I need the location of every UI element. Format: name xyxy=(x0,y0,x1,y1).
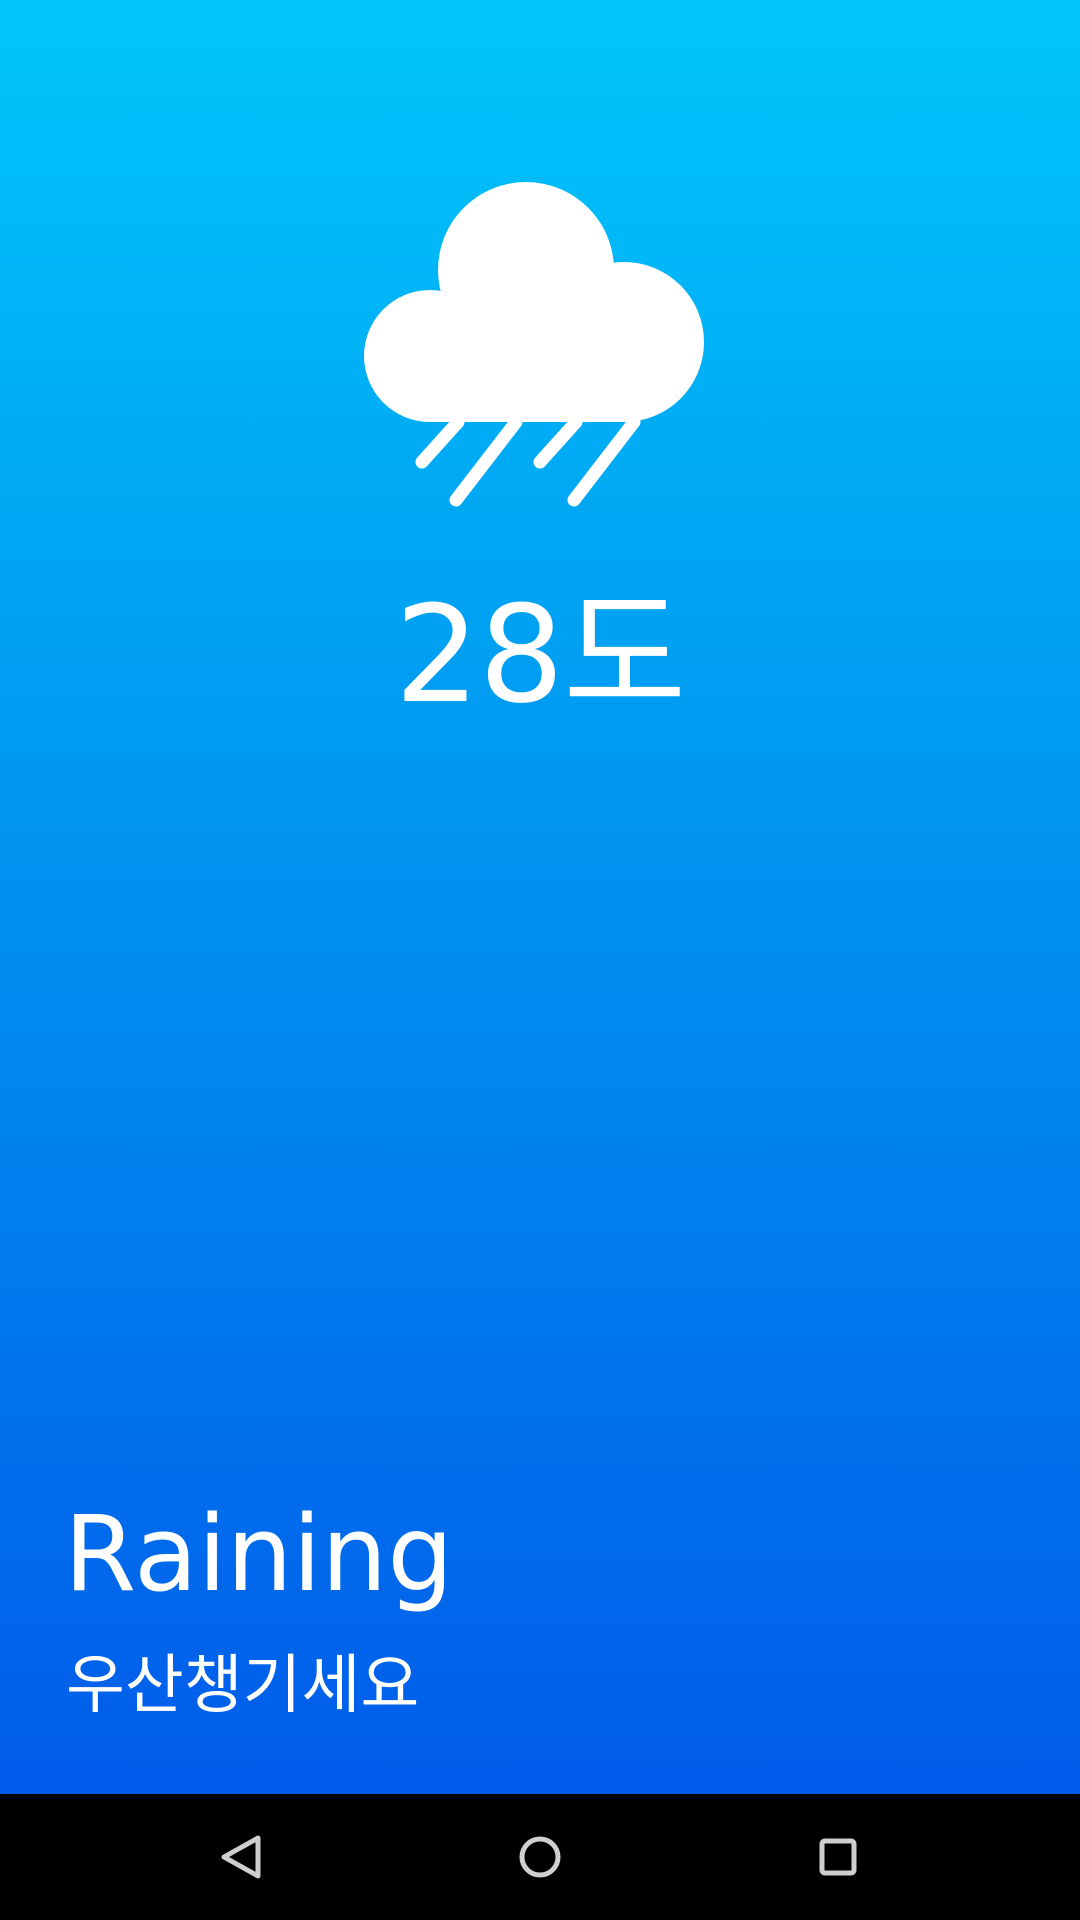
recents-square-icon xyxy=(819,1838,857,1876)
back-triangle-icon xyxy=(221,1835,261,1879)
back-button[interactable] xyxy=(200,1816,282,1898)
weather-screen: 28도 Raining 우산챙기세요 xyxy=(0,0,1080,1794)
weather-message: 우산챙기세요 xyxy=(66,1649,420,1723)
recents-button[interactable] xyxy=(797,1816,879,1898)
system-navigation-bar xyxy=(0,1794,1080,1920)
cloud-rain-icon xyxy=(360,180,720,520)
screen: 28도 Raining 우산챙기세요 xyxy=(0,0,1080,1920)
weather-condition-title: Raining xyxy=(64,1493,454,1615)
home-button[interactable] xyxy=(499,1816,581,1898)
home-circle-icon xyxy=(519,1836,561,1878)
temperature-label: 28도 xyxy=(394,577,687,733)
